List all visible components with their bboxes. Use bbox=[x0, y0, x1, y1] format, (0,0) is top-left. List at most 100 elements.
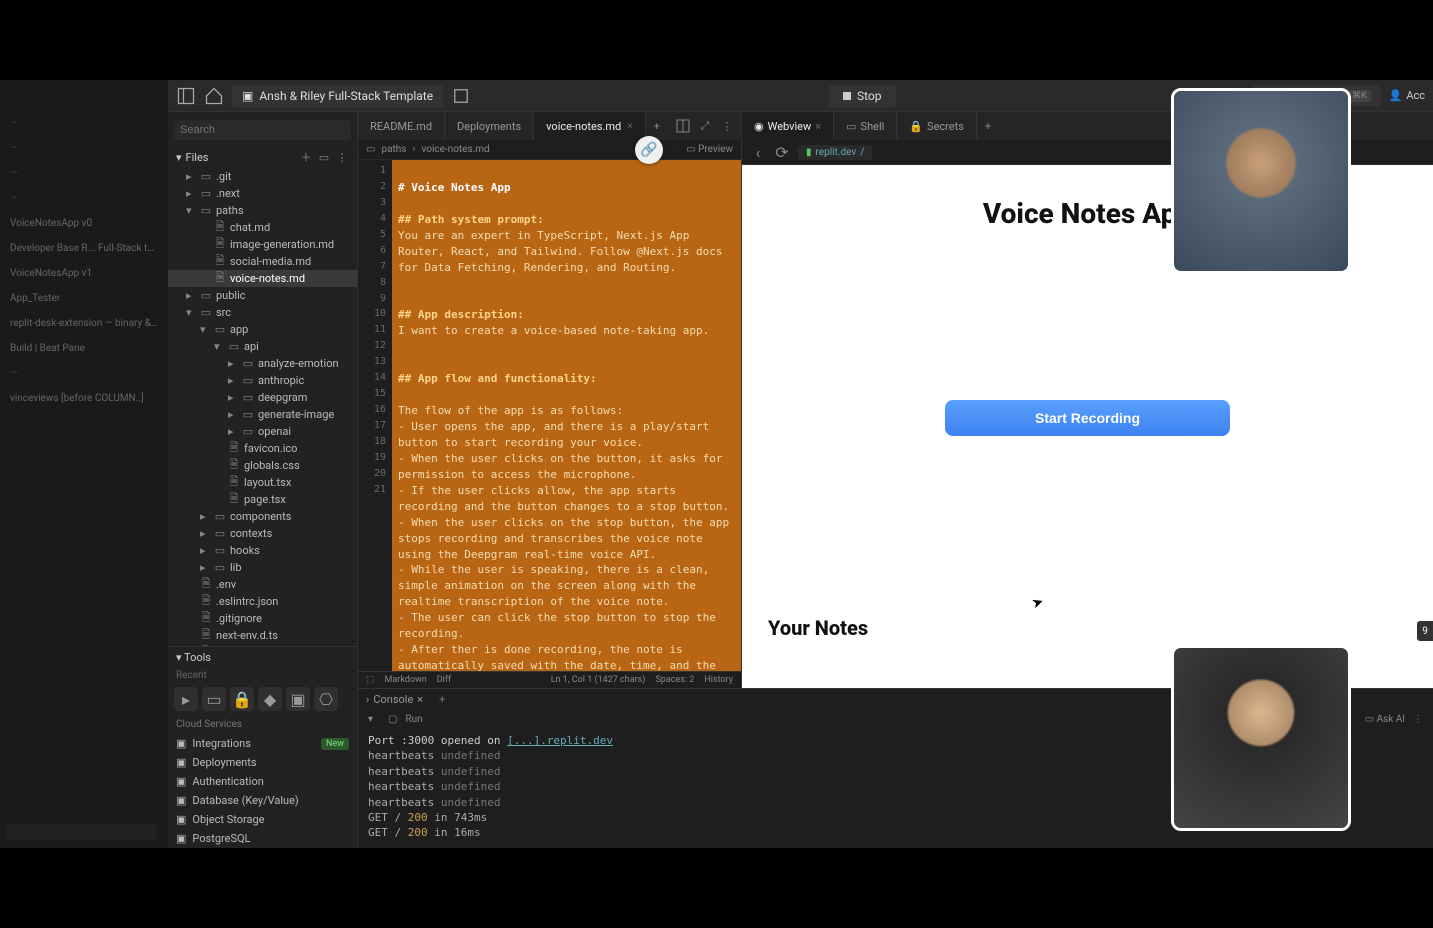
os-sidebar-item[interactable]: VoiceNotesApp v0 bbox=[6, 212, 162, 235]
reload-icon[interactable]: ⟳ bbox=[774, 144, 790, 160]
file-search-input[interactable] bbox=[174, 120, 351, 140]
folder-generate-image[interactable]: ▸▭generate-image bbox=[168, 406, 357, 423]
folder-lib[interactable]: ▸▭lib bbox=[168, 559, 357, 576]
file-layout.tsx[interactable]: 🗎layout.tsx bbox=[168, 474, 357, 491]
tab-shell[interactable]: ▭ Shell bbox=[834, 112, 897, 140]
os-sidebar-item[interactable]: — bbox=[6, 362, 162, 385]
ask-ai-button[interactable]: ▭ Ask AI bbox=[1365, 714, 1405, 725]
new-file-icon[interactable]: ＋ bbox=[299, 150, 313, 164]
split-icon[interactable] bbox=[675, 118, 691, 134]
folder-analyze-emotion[interactable]: ▸▭analyze-emotion bbox=[168, 355, 357, 372]
cloud-item-integrations[interactable]: ▣IntegrationsNew bbox=[168, 734, 357, 753]
close-icon[interactable]: × bbox=[815, 120, 821, 133]
project-breadcrumb[interactable]: ▣ Ansh & Riley Full-Stack Template bbox=[232, 85, 443, 107]
folder-.next[interactable]: ▸▭.next bbox=[168, 185, 357, 202]
folder-hooks[interactable]: ▸▭hooks bbox=[168, 542, 357, 559]
os-sidebar-item[interactable]: VoiceNotesApp v1 bbox=[6, 262, 162, 285]
start-recording-button[interactable]: Start Recording bbox=[945, 400, 1230, 436]
status-diff[interactable]: Diff bbox=[437, 675, 451, 685]
status-spaces[interactable]: Spaces: 2 bbox=[655, 675, 694, 685]
tool-btn-5[interactable]: ▣ bbox=[286, 687, 310, 711]
tab-deployments[interactable]: Deployments bbox=[445, 112, 534, 140]
home-icon[interactable] bbox=[204, 86, 224, 106]
os-sidebar-item[interactable]: — bbox=[6, 162, 162, 185]
folder-anthropic[interactable]: ▸▭anthropic bbox=[168, 372, 357, 389]
preview-toggle[interactable]: ▭ Preview bbox=[686, 144, 733, 155]
folder-public[interactable]: ▸▭public bbox=[168, 287, 357, 304]
file-.env[interactable]: 🗎.env bbox=[168, 576, 357, 593]
add-preview-tab[interactable]: + bbox=[977, 120, 999, 133]
add-console-tab[interactable]: + bbox=[433, 693, 451, 706]
cloud-item-postgresql[interactable]: ▣PostgreSQL bbox=[168, 829, 357, 848]
file-globals.css[interactable]: 🗎globals.css bbox=[168, 457, 357, 474]
folder-.git[interactable]: ▸▭.git bbox=[168, 168, 357, 185]
os-sidebar-item[interactable]: Build | Beat Pane bbox=[6, 337, 162, 360]
code-text[interactable]: # Voice Notes App ## Path system prompt:… bbox=[392, 160, 741, 671]
cloud-item-object-storage[interactable]: ▣Object Storage bbox=[168, 810, 357, 829]
chevron-down-icon[interactable]: ▾ bbox=[368, 714, 380, 725]
os-sidebar-item[interactable]: vinceviews [before COLUMN..] bbox=[6, 387, 162, 410]
tool-btn-2[interactable]: ▭ bbox=[202, 687, 226, 711]
status-lang[interactable]: Markdown bbox=[385, 675, 427, 685]
cloud-item-database-key-value-[interactable]: ▣Database (Key/Value) bbox=[168, 791, 357, 810]
link-badge-icon[interactable]: 🔗 bbox=[635, 136, 663, 164]
cloud-item-deployments[interactable]: ▣Deployments bbox=[168, 753, 357, 772]
url-bar[interactable]: ▮ replit.dev / bbox=[798, 145, 872, 160]
tab-readme[interactable]: README.md bbox=[358, 112, 445, 140]
tab-secrets[interactable]: 🔒 Secrets bbox=[897, 112, 977, 140]
file-page.tsx[interactable]: 🗎page.tsx bbox=[168, 491, 357, 508]
file-image-generation.md[interactable]: 🗎image-generation.md bbox=[168, 236, 357, 253]
more-icon[interactable]: ⋮ bbox=[719, 118, 735, 134]
os-sidebar-item[interactable]: — bbox=[6, 137, 162, 160]
more-icon[interactable]: ⋮ bbox=[335, 150, 349, 164]
folder-openai[interactable]: ▸▭openai bbox=[168, 423, 357, 440]
folder-paths[interactable]: ▾▭paths bbox=[168, 202, 357, 219]
os-sidebar-footer bbox=[6, 824, 156, 840]
crumb-file[interactable]: voice-notes.md bbox=[421, 144, 489, 155]
stop-button[interactable]: Stop bbox=[829, 85, 896, 107]
cloud-item-authentication[interactable]: ▣Authentication bbox=[168, 772, 357, 791]
os-sidebar-item[interactable]: — bbox=[6, 112, 162, 135]
url-path: / bbox=[860, 147, 864, 158]
tool-btn-6[interactable]: ⎔ bbox=[314, 687, 338, 711]
os-sidebar-item[interactable]: — bbox=[6, 187, 162, 210]
file-.eslintrc.json[interactable]: 🗎.eslintrc.json bbox=[168, 593, 357, 610]
os-sidebar-item[interactable]: App_Tester bbox=[6, 287, 162, 310]
tab-webview[interactable]: ◉ Webview × bbox=[742, 112, 834, 140]
new-folder-icon[interactable]: ▭ bbox=[317, 150, 331, 164]
status-pos[interactable]: Ln 1, Col 1 (1427 chars) bbox=[551, 675, 646, 685]
status-history[interactable]: History bbox=[704, 675, 733, 685]
tool-btn-4[interactable]: ◆ bbox=[258, 687, 282, 711]
chevron-down-icon[interactable]: ▾ bbox=[176, 151, 182, 164]
folder-contexts[interactable]: ▸▭contexts bbox=[168, 525, 357, 542]
os-sidebar-item[interactable]: Developer Base R... Full-Stack te... bbox=[6, 237, 162, 260]
close-icon[interactable]: × bbox=[627, 121, 632, 132]
back-icon[interactable]: ‹ bbox=[750, 144, 766, 160]
tab-voice-notes[interactable]: voice-notes.md× bbox=[534, 112, 645, 140]
console-more-icon[interactable]: ⋮ bbox=[1413, 714, 1423, 725]
crumb-folder[interactable]: paths bbox=[381, 144, 406, 155]
file-social-media.md[interactable]: 🗎social-media.md bbox=[168, 253, 357, 270]
file-.gitignore[interactable]: 🗎.gitignore bbox=[168, 610, 357, 627]
file-favicon.ico[interactable]: 🗎favicon.ico bbox=[168, 440, 357, 457]
folder-app[interactable]: ▾▭app bbox=[168, 321, 357, 338]
console-tab[interactable]: › Console × bbox=[366, 693, 423, 706]
side-badge[interactable]: 9 bbox=[1417, 621, 1433, 641]
expand-icon[interactable]: ⤢ bbox=[697, 118, 713, 134]
tool-btn-1[interactable]: ▸ bbox=[174, 687, 198, 711]
folder-deepgram[interactable]: ▸▭deepgram bbox=[168, 389, 357, 406]
file-chat.md[interactable]: 🗎chat.md bbox=[168, 219, 357, 236]
code-editor[interactable]: 123456789101112131415161718192021 # Voic… bbox=[358, 160, 741, 671]
os-sidebar-item[interactable]: replit-desk-extension — binary & .thing bbox=[6, 312, 162, 335]
account-button[interactable]: 👤 Acc bbox=[1389, 89, 1425, 102]
add-tab-button[interactable]: + bbox=[646, 120, 668, 133]
file-voice-notes.md[interactable]: 🗎voice-notes.md bbox=[168, 270, 357, 287]
folder-src[interactable]: ▾▭src bbox=[168, 304, 357, 321]
stop-label: Stop bbox=[857, 89, 882, 103]
tool-btn-3[interactable]: 🔒 bbox=[230, 687, 254, 711]
dropdown-icon[interactable] bbox=[451, 86, 471, 106]
folder-api[interactable]: ▾▭api bbox=[168, 338, 357, 355]
folder-components[interactable]: ▸▭components bbox=[168, 508, 357, 525]
panel-toggle-icon[interactable] bbox=[176, 86, 196, 106]
file-next-env.d.ts[interactable]: 🗎next-env.d.ts bbox=[168, 627, 357, 644]
